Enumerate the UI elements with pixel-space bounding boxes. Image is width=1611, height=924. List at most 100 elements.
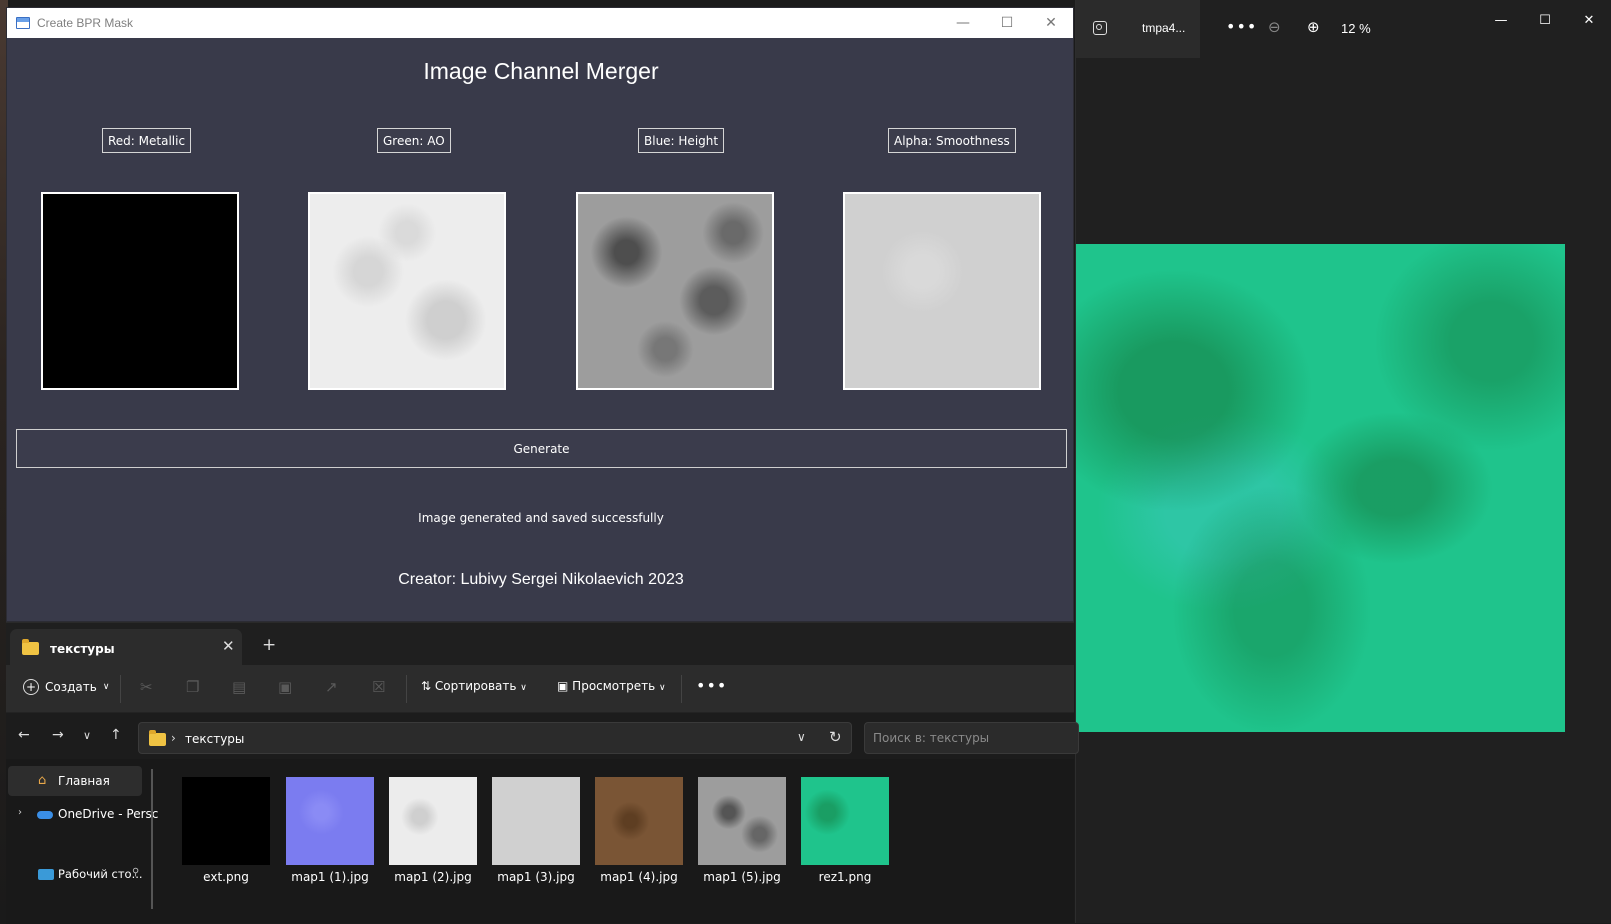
- title-bar: Create BPR Mask — ☐ ✕: [7, 8, 1073, 38]
- app-icon: [16, 17, 30, 29]
- view-icon: ▣: [557, 679, 569, 693]
- desktop-icon: [38, 869, 54, 880]
- viewer-close-button[interactable]: ✕: [1567, 0, 1611, 40]
- file-name: ext.png: [203, 870, 249, 884]
- file-thumbnail: [182, 777, 270, 865]
- folder-icon: [22, 639, 39, 655]
- viewer-scrollbar[interactable]: [1565, 58, 1569, 923]
- sort-label: Сортировать: [434, 679, 517, 693]
- sort-button[interactable]: ⇅ Сортировать ∨: [421, 679, 527, 693]
- file-thumbnail: [801, 777, 889, 865]
- file-thumbnail: [698, 777, 786, 865]
- breadcrumb[interactable]: текстуры: [185, 732, 244, 746]
- address-bar[interactable]: › текстуры ∨ ↻: [138, 722, 852, 754]
- sidebar-item-home[interactable]: ⌂ Главная: [8, 766, 142, 796]
- channel-merger-window: Create BPR Mask — ☐ ✕ Image Channel Merg…: [6, 7, 1074, 622]
- chevron-down-icon: ∨: [102, 682, 110, 692]
- refresh-icon[interactable]: ↻: [829, 728, 842, 746]
- file-name: map1 (2).jpg: [394, 870, 472, 884]
- zoom-in-icon[interactable]: ⊕: [1307, 18, 1320, 36]
- home-icon: ⌂: [38, 773, 47, 788]
- view-label: Просмотреть: [572, 679, 656, 693]
- delete-icon[interactable]: ☒: [372, 678, 385, 696]
- file-item[interactable]: ext.png: [182, 777, 286, 884]
- blue-channel-button[interactable]: Blue: Height: [638, 128, 725, 153]
- cut-icon[interactable]: ✂: [140, 678, 153, 696]
- new-tab-icon[interactable]: +: [262, 635, 276, 655]
- more-options-icon[interactable]: •••: [696, 676, 727, 695]
- search-input[interactable]: Поиск в: текстуры: [864, 722, 1079, 754]
- generate-button[interactable]: Generate: [16, 429, 1067, 468]
- recent-locations-icon[interactable]: ∨: [83, 729, 91, 742]
- image-icon: [1093, 21, 1107, 35]
- blue-channel-preview: [576, 192, 774, 390]
- address-row: ← → ∨ ↑ › текстуры ∨ ↻ Поиск в: текстуры: [6, 713, 1079, 759]
- file-name: map1 (4).jpg: [600, 870, 678, 884]
- explorer-tab[interactable]: текстуры ✕: [10, 629, 242, 665]
- file-thumbnail: [389, 777, 477, 865]
- share-icon[interactable]: ↗: [325, 678, 338, 696]
- pin-icon: ⚲: [132, 867, 140, 878]
- navigation-pane: ⌂ Главная › OneDrive - Persc Рабочий сто…: [6, 759, 158, 924]
- cloud-icon: [37, 811, 53, 819]
- rename-icon[interactable]: ▣: [278, 678, 292, 696]
- zoom-out-icon[interactable]: ⊖: [1268, 18, 1281, 36]
- green-channel-button[interactable]: Green: AO: [377, 128, 451, 153]
- file-item[interactable]: map1 (3).jpg: [492, 777, 596, 884]
- file-name: map1 (1).jpg: [291, 870, 369, 884]
- file-item[interactable]: map1 (2).jpg: [389, 777, 493, 884]
- viewer-maximize-button[interactable]: ☐: [1523, 0, 1567, 40]
- file-item[interactable]: rez1.png: [801, 777, 905, 884]
- forward-icon[interactable]: →: [52, 727, 64, 743]
- copy-icon[interactable]: ❐: [186, 678, 199, 696]
- chevron-down-icon: ∨: [659, 683, 666, 693]
- file-item[interactable]: map1 (4).jpg: [595, 777, 699, 884]
- sidebar-scrollbar[interactable]: [151, 769, 153, 909]
- green-channel-preview: [308, 192, 506, 390]
- expand-chevron-icon[interactable]: ›: [18, 807, 22, 818]
- red-channel-button[interactable]: Red: Metallic: [102, 128, 192, 153]
- sidebar-item-desktop[interactable]: Рабочий сто... ⚲: [6, 859, 151, 889]
- alpha-channel-button[interactable]: Alpha: Smoothness: [888, 128, 1016, 153]
- chevron-down-icon: ∨: [520, 683, 527, 693]
- alpha-channel-preview: [843, 192, 1041, 390]
- explorer-tab-bar: текстуры ✕ +: [6, 623, 1074, 665]
- address-dropdown-icon[interactable]: ∨: [797, 730, 806, 744]
- divider: [120, 675, 121, 703]
- file-name: map1 (3).jpg: [497, 870, 575, 884]
- close-tab-icon[interactable]: ✕: [222, 637, 235, 655]
- viewer-minimize-button[interactable]: —: [1479, 0, 1523, 40]
- file-name: rez1.png: [818, 870, 872, 884]
- minimize-button[interactable]: —: [941, 8, 985, 38]
- folder-icon: [149, 730, 166, 746]
- file-item[interactable]: map1 (1).jpg: [286, 777, 390, 884]
- back-icon[interactable]: ←: [18, 727, 30, 743]
- plus-icon: +: [23, 679, 39, 695]
- viewer-file-name: tmpa4...: [1142, 21, 1186, 35]
- sidebar-item-onedrive[interactable]: › OneDrive - Persc: [6, 799, 158, 829]
- up-icon[interactable]: ↑: [110, 727, 122, 743]
- sidebar-item-label: Рабочий сто...: [58, 867, 143, 881]
- zoom-level: 12 %: [1341, 21, 1371, 36]
- create-button[interactable]: + Создать ∨: [23, 679, 109, 695]
- divider: [406, 675, 407, 703]
- paste-icon[interactable]: ▤: [232, 678, 246, 696]
- sort-icon: ⇅: [421, 679, 432, 693]
- file-thumbnail: [492, 777, 580, 865]
- file-thumbnail: [595, 777, 683, 865]
- create-label: Создать: [45, 680, 97, 694]
- command-bar: + Создать ∨ ✂ ❐ ▤ ▣ ↗ ☒ ⇅ Сортировать ∨ …: [6, 665, 1074, 713]
- file-item[interactable]: map1 (5).jpg: [698, 777, 802, 884]
- sidebar-item-label: OneDrive - Persc: [58, 807, 159, 821]
- explorer-tab-label: текстуры: [50, 642, 115, 656]
- viewer-toolbar: tmpa4... ••• ⊖ ⊕ 12 % — ☐ ✕: [1076, 0, 1611, 58]
- status-message: Image generated and saved successfully: [418, 511, 664, 525]
- view-button[interactable]: ▣ Просмотреть ∨: [557, 679, 666, 693]
- file-explorer-window: текстуры ✕ + + Создать ∨ ✂ ❐ ▤ ▣ ↗ ☒ ⇅ С…: [6, 622, 1079, 924]
- more-options-icon[interactable]: •••: [1226, 17, 1257, 36]
- photo-viewer-window: tmpa4... ••• ⊖ ⊕ 12 % — ☐ ✕: [1075, 0, 1611, 923]
- maximize-button[interactable]: ☐: [985, 8, 1029, 38]
- file-thumbnail: [286, 777, 374, 865]
- close-button[interactable]: ✕: [1029, 8, 1073, 38]
- merged-image-display: [1076, 244, 1565, 732]
